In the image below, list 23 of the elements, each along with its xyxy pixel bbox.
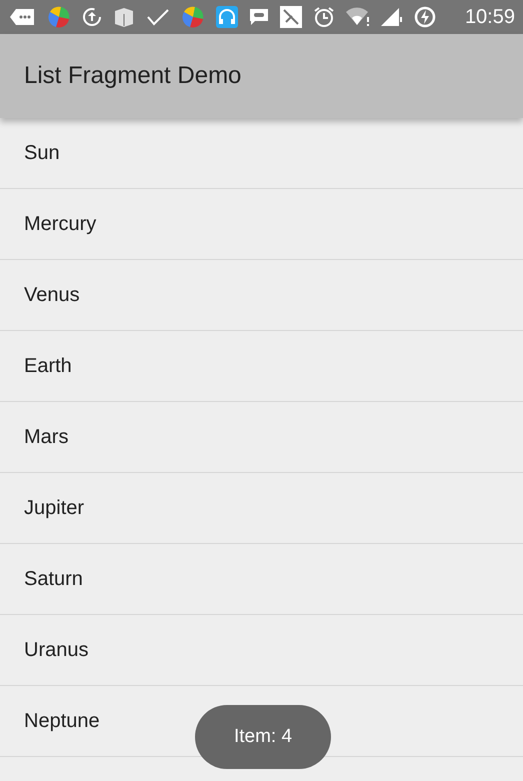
box-icon — [113, 6, 135, 28]
list-item[interactable]: Sun — [0, 118, 523, 189]
toast-message: Item: 4 — [195, 705, 331, 769]
list-item[interactable]: Venus — [0, 260, 523, 331]
list-item[interactable]: Jupiter — [0, 473, 523, 544]
wifi-icon — [346, 7, 370, 27]
battery-charging-icon — [414, 6, 436, 28]
list-item[interactable]: Saturn — [0, 544, 523, 615]
chat-icon — [249, 7, 269, 27]
headphones-icon — [216, 6, 238, 28]
list-item[interactable]: Uranus — [0, 615, 523, 686]
alarm-icon — [313, 6, 335, 28]
sync-icon — [82, 7, 102, 27]
clock-time: 10:59 — [464, 6, 515, 28]
list-item[interactable]: Earth — [0, 331, 523, 402]
list-item[interactable]: Mars — [0, 402, 523, 473]
list-item[interactable]: Mercury — [0, 189, 523, 260]
app-title: List Fragment Demo — [24, 62, 242, 90]
pinwheel-icon — [181, 5, 205, 29]
pinwheel-icon — [47, 5, 71, 29]
check-icon — [146, 8, 170, 26]
message-icon — [10, 8, 36, 26]
signal-icon — [381, 7, 403, 27]
